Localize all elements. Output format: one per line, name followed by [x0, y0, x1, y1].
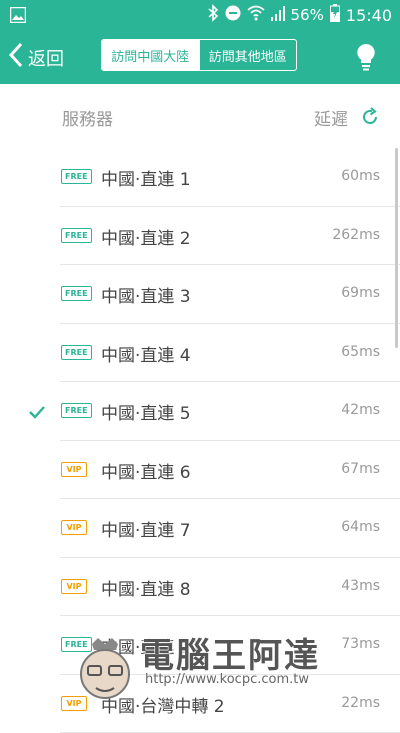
back-label: 返回	[28, 45, 64, 71]
free-badge: FREE	[61, 228, 92, 243]
free-badge: FREE	[61, 169, 92, 184]
server-column-label: 服務器	[62, 105, 113, 130]
vip-badge: VIP	[61, 579, 87, 594]
chevron-left-icon	[8, 42, 24, 73]
scrollbar[interactable]	[395, 148, 398, 348]
latency-column-label: 延遲	[314, 105, 348, 130]
server-latency: 42ms	[341, 402, 380, 418]
tab-mainland-china[interactable]: 訪問中國大陸	[102, 40, 199, 70]
server-row[interactable]: FREE 中國·直連 2 262ms	[0, 207, 400, 266]
server-name: 中國·直連 3	[101, 282, 191, 307]
free-badge: FREE	[61, 286, 92, 301]
server-row[interactable]: FREE 中國·直連 1 60ms	[0, 148, 400, 207]
server-name: 中國·直連 7	[101, 516, 191, 541]
app-bar: 返回 訪問中國大陸 訪問其他地區	[0, 30, 400, 84]
server-name: 中國·直連 4	[101, 341, 191, 366]
list-header: 服務器 延遲	[62, 102, 380, 132]
server-name: 中國·直連 2	[101, 224, 191, 249]
server-row[interactable]: VIP 中國·直連 8 43ms	[0, 558, 400, 617]
server-name: 中國·直連 1	[101, 165, 191, 190]
server-latency: 43ms	[341, 578, 380, 594]
server-name: 中國·直連 6	[101, 458, 191, 483]
server-latency: 262ms	[332, 227, 380, 243]
watermark-title: 電腦王阿達	[140, 628, 320, 677]
mascot-logo	[74, 636, 136, 710]
signal-icon	[271, 5, 285, 25]
check-icon	[29, 404, 45, 423]
server-row[interactable]: FREE 中國·直連 3 69ms	[0, 265, 400, 324]
server-row[interactable]: FREE 中國·直連 5 42ms	[0, 382, 400, 441]
server-row[interactable]: VIP 中國·直連 7 64ms	[0, 499, 400, 558]
battery-charging-icon	[330, 4, 340, 26]
bluetooth-icon	[207, 4, 219, 26]
lightbulb-icon[interactable]	[356, 43, 376, 75]
server-latency: 65ms	[341, 344, 380, 360]
vip-badge: VIP	[61, 520, 87, 535]
server-row[interactable]: FREE 中國·直連 4 65ms	[0, 324, 400, 383]
watermark-url: http://www.kocpc.com.tw	[145, 672, 309, 687]
free-badge: FREE	[61, 345, 92, 360]
server-name: 中國·直連 5	[101, 399, 191, 424]
do-not-disturb-icon	[225, 5, 241, 25]
back-button[interactable]: 返回	[8, 42, 64, 73]
server-latency: 67ms	[341, 461, 380, 477]
server-latency: 69ms	[341, 285, 380, 301]
wifi-icon	[247, 5, 265, 25]
free-badge: FREE	[61, 403, 92, 418]
battery-percent: 56%	[291, 6, 324, 24]
gallery-notification-icon	[10, 7, 26, 27]
server-latency: 60ms	[341, 168, 380, 184]
server-latency: 64ms	[341, 519, 380, 535]
clock: 15:40	[346, 6, 392, 25]
vip-badge: VIP	[61, 462, 87, 477]
status-bar: 56% 15:40	[0, 0, 400, 30]
tab-other-regions[interactable]: 訪問其他地區	[199, 40, 297, 70]
region-toggle: 訪問中國大陸 訪問其他地區	[101, 39, 297, 71]
watermark: 電腦王阿達 http://www.kocpc.com.tw	[70, 628, 390, 709]
server-name: 中國·直連 8	[101, 575, 191, 600]
refresh-icon[interactable]	[360, 107, 380, 132]
server-row[interactable]: VIP 中國·直連 6 67ms	[0, 441, 400, 500]
